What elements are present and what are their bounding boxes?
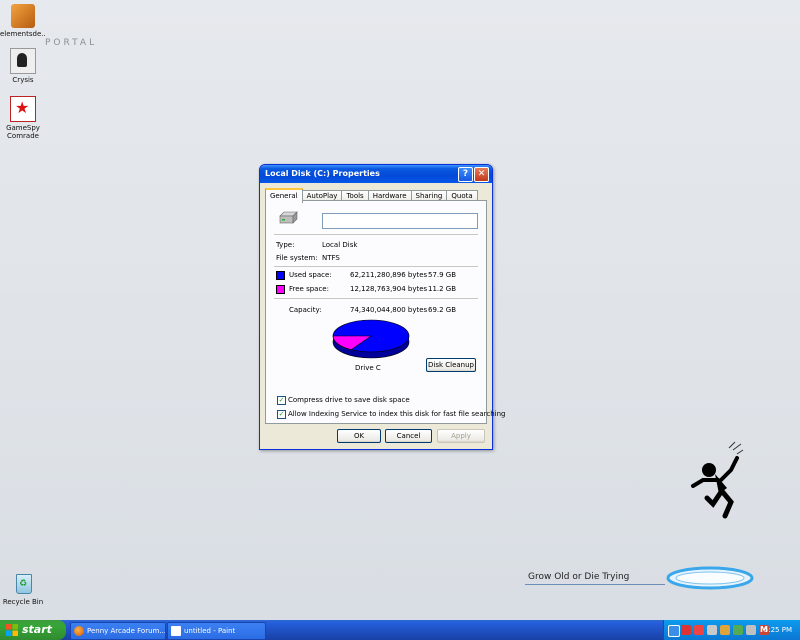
capacity-bytes: 74,340,044,800 bytes xyxy=(350,306,428,314)
indexing-label: Allow Indexing Service to index this dis… xyxy=(288,410,506,418)
type-value: Local Disk xyxy=(322,241,358,249)
recycle-bin-icon: ♻ xyxy=(11,572,35,596)
portal-ring-icon xyxy=(666,566,754,590)
used-space-label: Used space: xyxy=(289,271,332,279)
drive-label: Drive C xyxy=(355,364,381,372)
general-panel: Type: Local Disk File system: NTFS Used … xyxy=(265,200,505,424)
task-label: untitled - Paint xyxy=(184,627,236,635)
capacity-gb: 69.2 GB xyxy=(428,306,457,314)
tray-app-icon[interactable] xyxy=(694,625,704,635)
free-space-label: Free space: xyxy=(289,285,329,293)
dialog-title: Local Disk (C:) Properties xyxy=(265,169,380,178)
close-button[interactable]: ✕ xyxy=(474,167,489,182)
volume-label-input[interactable] xyxy=(322,213,478,229)
desktop-icon-recycle-bin[interactable]: ♻ Recycle Bin xyxy=(0,572,46,606)
desktop-icon-label: Recycle Bin xyxy=(2,598,44,606)
crysis-icon xyxy=(10,48,36,74)
properties-dialog: Local Disk (C:) Properties ? ✕ General A… xyxy=(259,164,505,450)
taskbar: start Penny Arcade Forum... untitled - P… xyxy=(0,620,800,640)
used-space-bytes: 62,211,280,896 bytes xyxy=(350,271,428,279)
firefox-icon xyxy=(74,626,84,636)
desktop-icon-label: elementsde... xyxy=(0,30,46,38)
tray-arrow-icon[interactable] xyxy=(668,625,680,637)
free-space-swatch xyxy=(276,285,285,294)
desktop-icon-crysis[interactable]: Crysis xyxy=(0,48,46,84)
clock[interactable]: 5:25 PM xyxy=(764,620,792,640)
tray-app-icon[interactable] xyxy=(733,625,743,635)
tray-shield-icon[interactable] xyxy=(681,625,691,635)
portal-logo: PORTAL xyxy=(45,38,98,48)
tray-volume-icon[interactable] xyxy=(746,625,756,635)
cancel-button[interactable]: Cancel xyxy=(385,429,432,443)
paint-icon xyxy=(171,626,181,636)
windows-flag-icon xyxy=(6,624,18,636)
tray-network-icon[interactable] xyxy=(707,625,717,635)
taskbar-item-paint[interactable]: untitled - Paint xyxy=(167,622,266,640)
free-space-gb: 11.2 GB xyxy=(428,285,457,293)
compress-checkbox[interactable]: ✓ xyxy=(277,396,286,405)
indexing-checkbox[interactable]: ✓ xyxy=(277,410,286,419)
disk-usage-pie-chart xyxy=(332,319,410,359)
system-tray: M 5:25 PM xyxy=(663,620,800,640)
tab-general[interactable]: General xyxy=(265,188,303,203)
divider xyxy=(274,298,478,299)
help-button[interactable]: ? xyxy=(458,167,473,182)
falling-stickman-icon xyxy=(691,441,744,519)
tray-app-icon[interactable] xyxy=(720,625,730,635)
file-system-value: NTFS xyxy=(322,254,340,262)
divider xyxy=(274,266,478,267)
desktop-icon-label: GameSpy Comrade xyxy=(6,124,40,140)
used-space-gb: 57.9 GB xyxy=(428,271,457,279)
gamespy-icon: ★ xyxy=(10,96,36,122)
start-label: start xyxy=(22,623,52,636)
hard-drive-icon xyxy=(279,211,298,224)
capacity-label: Capacity: xyxy=(289,306,322,314)
type-label: Type: xyxy=(276,241,295,249)
app-icon xyxy=(11,4,35,28)
compress-label: Compress drive to save disk space xyxy=(288,396,410,404)
file-system-label: File system: xyxy=(276,254,318,262)
task-label: Penny Arcade Forum... xyxy=(87,627,166,635)
ok-button[interactable]: OK xyxy=(337,429,381,443)
desktop-icon-elementsde[interactable]: elementsde... xyxy=(0,4,46,38)
used-space-swatch xyxy=(276,271,285,280)
desktop-icon-gamespy[interactable]: ★ GameSpy Comrade xyxy=(0,96,46,140)
desktop-icon-label: Crysis xyxy=(12,76,34,84)
divider xyxy=(274,234,478,235)
motto-text: Grow Old or Die Trying xyxy=(528,572,630,582)
apply-button[interactable]: Apply xyxy=(437,429,485,443)
disk-cleanup-button[interactable]: Disk Cleanup xyxy=(426,358,476,372)
taskbar-item-firefox[interactable]: Penny Arcade Forum... xyxy=(70,622,166,640)
free-space-bytes: 12,128,763,904 bytes xyxy=(350,285,428,293)
dialog-titlebar[interactable]: Local Disk (C:) Properties ? ✕ xyxy=(260,165,492,183)
motto-underline xyxy=(525,584,665,585)
start-button[interactable]: start xyxy=(0,620,66,640)
